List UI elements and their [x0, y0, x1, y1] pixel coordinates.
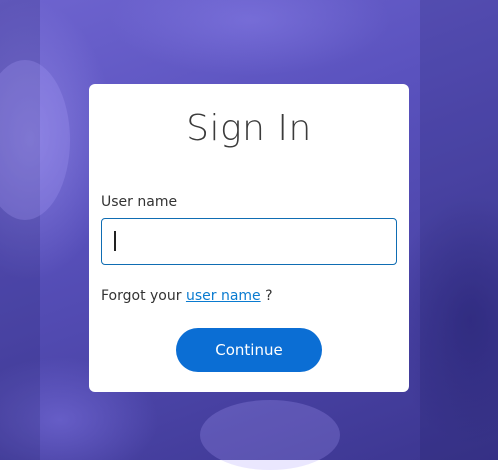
background-shape: [420, 0, 498, 460]
continue-button[interactable]: Continue: [176, 328, 322, 372]
forgot-prefix: Forgot your: [101, 288, 182, 304]
forgot-username-link[interactable]: user name: [186, 288, 261, 304]
username-input[interactable]: [101, 218, 397, 265]
forgot-suffix: ?: [265, 288, 273, 304]
page-title: Sign In: [186, 108, 312, 149]
forgot-username-text: Forgot your user name ?: [101, 288, 273, 304]
text-cursor: [114, 231, 116, 251]
username-label: User name: [101, 194, 178, 210]
